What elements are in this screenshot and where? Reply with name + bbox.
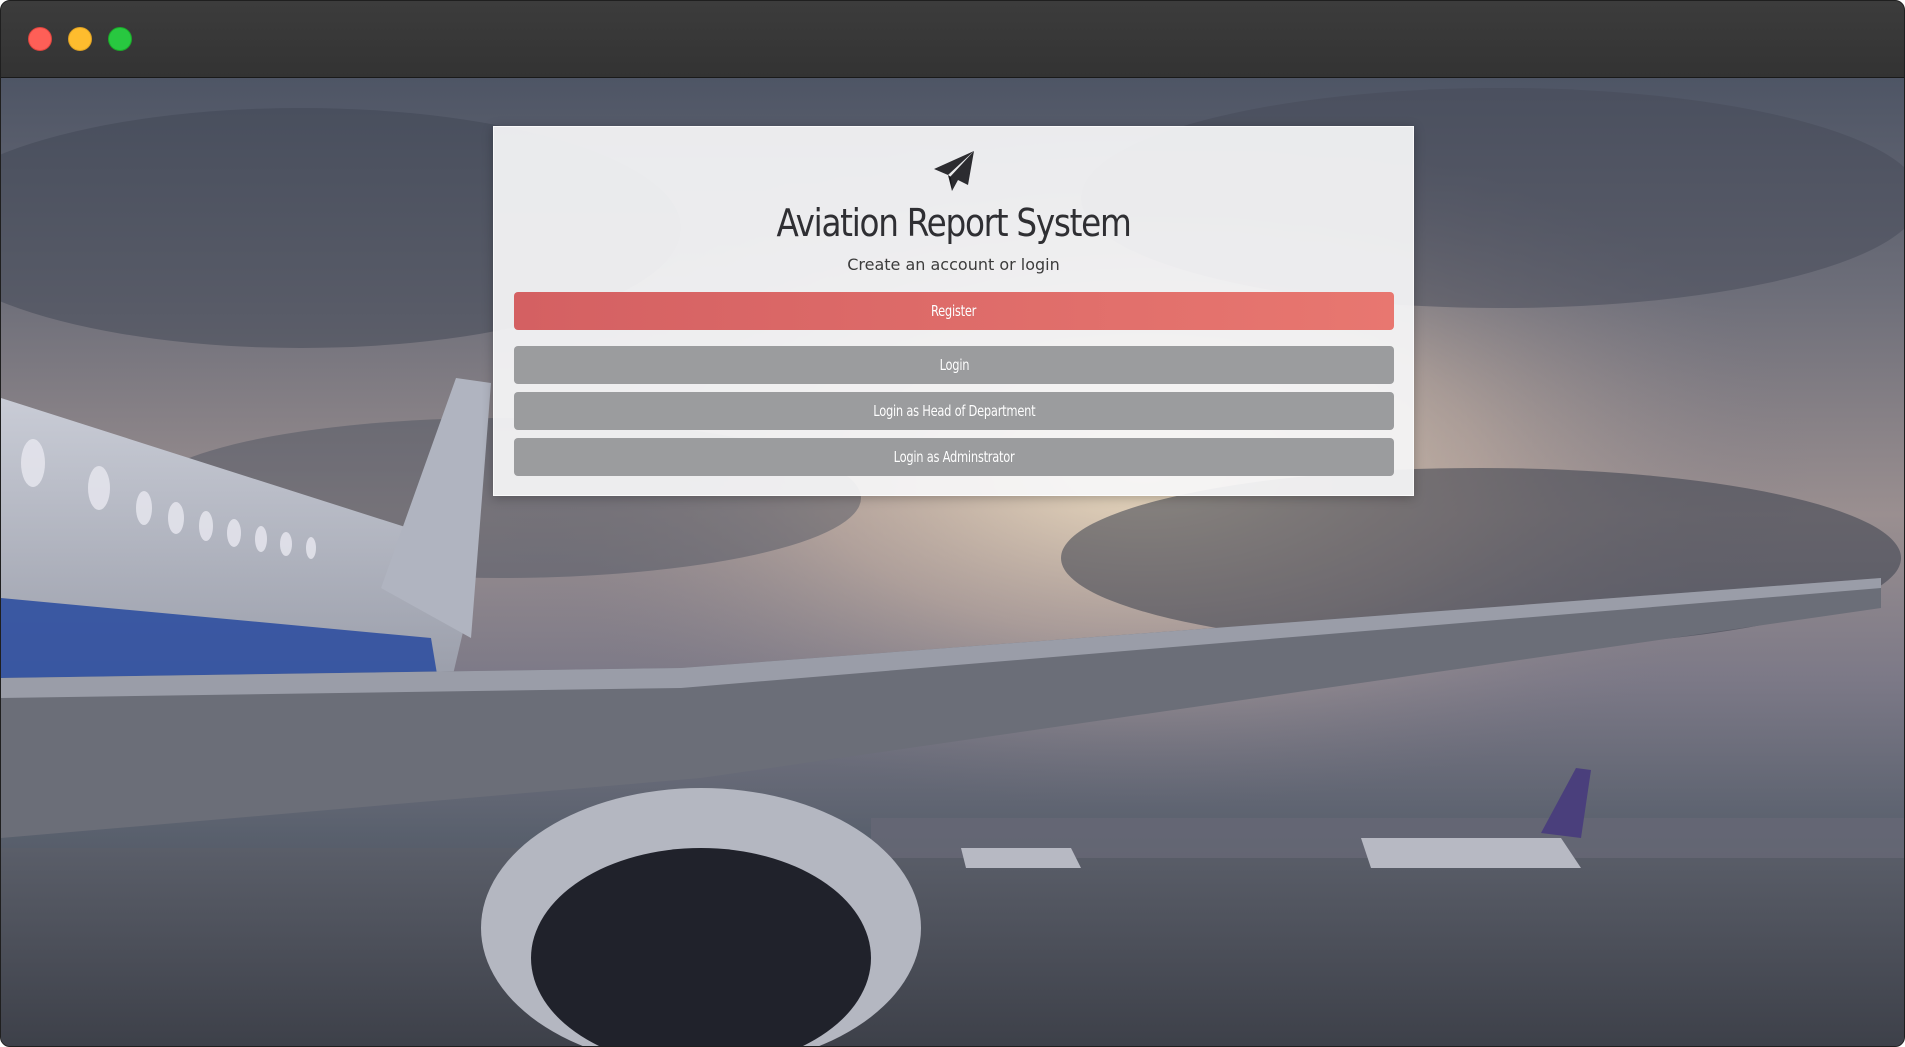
register-button[interactable]: Register bbox=[514, 292, 1394, 330]
login-admin-button-label: Login as Adminstrator bbox=[893, 448, 1015, 466]
paper-plane-icon bbox=[933, 151, 974, 191]
login-card: Aviation Report System Create an account… bbox=[493, 126, 1414, 496]
page-subtitle: Create an account or login bbox=[847, 255, 1060, 274]
login-button-label: Login bbox=[939, 356, 969, 374]
page-viewport: Aviation Report System Create an account… bbox=[1, 78, 1904, 1046]
browser-window: Aviation Report System Create an account… bbox=[0, 0, 1905, 1047]
login-hod-button-label: Login as Head of Department bbox=[872, 402, 1036, 420]
maximize-window-button[interactable] bbox=[108, 27, 132, 51]
close-window-button[interactable] bbox=[28, 27, 52, 51]
login-head-of-department-button[interactable]: Login as Head of Department bbox=[514, 392, 1394, 430]
login-administrator-button[interactable]: Login as Adminstrator bbox=[514, 438, 1394, 476]
page-title: Aviation Report System bbox=[776, 201, 1131, 245]
window-titlebar bbox=[1, 1, 1904, 78]
login-button[interactable]: Login bbox=[514, 346, 1394, 384]
minimize-window-button[interactable] bbox=[68, 27, 92, 51]
register-button-label: Register bbox=[931, 302, 977, 320]
